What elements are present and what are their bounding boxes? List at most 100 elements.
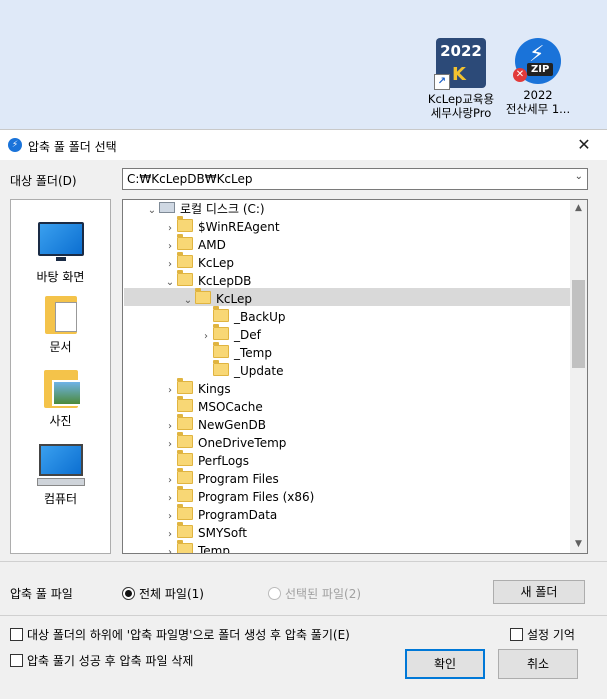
- close-button[interactable]: ✕: [561, 130, 607, 160]
- checkbox-box: [10, 654, 23, 667]
- dialog-title: 압축 풀 폴더 선택: [28, 140, 117, 154]
- files-label: 압축 풀 파일: [10, 587, 73, 601]
- vertical-scrollbar[interactable]: ▲ ▼: [570, 200, 587, 553]
- checkbox-delete-archive[interactable]: 압축 풀기 성공 후 압축 파일 삭제: [10, 652, 193, 669]
- place-label: 문서: [49, 340, 72, 354]
- folder-icon: [177, 414, 193, 430]
- tree-node[interactable]: _Update: [199, 360, 284, 380]
- checkbox-remember-settings[interactable]: 설정 기억: [510, 626, 575, 643]
- tree-node[interactable]: ⌄ 로컬 디스크 (C:): [145, 200, 265, 218]
- tree-node[interactable]: ⌄ KcLepDB: [163, 270, 251, 292]
- chevron-down-icon[interactable]: ⌄: [163, 274, 177, 292]
- cancel-button[interactable]: 취소: [498, 649, 578, 679]
- tree-node-label: MSOCache: [198, 400, 263, 414]
- folder-icon: [177, 234, 193, 250]
- kclep-badge: 2022: [440, 42, 482, 60]
- tree-node-label: 로컬 디스크 (C:): [180, 202, 265, 216]
- folder-icon: [213, 306, 229, 322]
- desktop-icon-kclep[interactable]: 2022 K ↗ KcLep교육용 세무사랑Pro: [421, 38, 501, 120]
- radio-selected-files[interactable]: 선택된 파일(2): [268, 585, 361, 602]
- app-logo-icon: ⚡: [8, 138, 22, 152]
- title-bar: ⚡ 압축 풀 폴더 선택 ✕: [0, 130, 607, 160]
- tree-node-label: KcLep: [216, 292, 252, 306]
- tree-node-label: $WinREAgent: [198, 220, 280, 234]
- folder-icon: [177, 468, 193, 484]
- tree-node[interactable]: PerfLogs: [163, 450, 249, 470]
- place-pictures[interactable]: 사진: [11, 370, 110, 429]
- folder-icon: [213, 342, 229, 358]
- extract-folder-dialog: ⚡ 압축 풀 폴더 선택 ✕ 대상 폴더(D) C:₩KcLepDB₩KcLep…: [0, 129, 607, 699]
- tree-node[interactable]: › SMYSoft: [163, 522, 247, 542]
- documents-icon: [44, 296, 77, 334]
- tree-node-label: Temp: [198, 544, 230, 554]
- chevron-down-icon[interactable]: ⌄: [575, 171, 583, 182]
- shortcut-arrow-icon: ↗: [434, 74, 450, 90]
- radio-all-files[interactable]: 전체 파일(1): [122, 585, 204, 602]
- divider: [0, 615, 607, 616]
- tree-node-label: _Def: [234, 328, 261, 342]
- desktop-label-line2: 전산세무 1...: [505, 102, 571, 116]
- desktop-icon-zip[interactable]: ⚡ ZIP ✕ 2022 전산세무 1...: [498, 38, 578, 116]
- folder-icon: [195, 288, 211, 304]
- place-computer[interactable]: 컴퓨터: [11, 444, 110, 507]
- folder-icon: [177, 396, 193, 412]
- tree-node[interactable]: › _Def: [199, 324, 261, 344]
- desktop-label-line1: KcLep교육용: [427, 92, 495, 106]
- tree-node-label: Program Files (x86): [198, 490, 315, 504]
- tree-node-label: AMD: [198, 238, 226, 252]
- tree-node-label: OneDriveTemp: [198, 436, 287, 450]
- folder-icon: [177, 252, 193, 268]
- target-path-combobox[interactable]: C:₩KcLepDB₩KcLep ⌄: [122, 168, 588, 190]
- tree-node[interactable]: › Kings: [163, 378, 231, 398]
- folder-icon: [177, 540, 193, 553]
- tree-node-label: Program Files: [198, 472, 279, 486]
- error-x-icon: ✕: [513, 68, 527, 82]
- desktop-label-line1: 2022: [523, 88, 553, 102]
- checkbox-box: [510, 628, 523, 641]
- place-label: 컴퓨터: [43, 492, 78, 506]
- tree-node[interactable]: _BackUp: [199, 306, 286, 326]
- scroll-thumb[interactable]: [572, 280, 585, 368]
- checkbox-label: 설정 기억: [527, 628, 575, 642]
- scroll-up-icon[interactable]: ▲: [570, 200, 587, 217]
- chevron-down-icon[interactable]: ⌄: [181, 292, 195, 310]
- folder-icon: [177, 522, 193, 538]
- tree-node-label: _Update: [234, 364, 284, 378]
- tree-node-label: _Temp: [234, 346, 272, 360]
- radio-selected-icon: [122, 587, 135, 600]
- folder-icon: [177, 432, 193, 448]
- tree-node[interactable]: _Temp: [199, 342, 272, 362]
- scroll-down-icon[interactable]: ▼: [570, 536, 587, 553]
- tree-node[interactable]: › Temp: [163, 540, 230, 554]
- place-documents[interactable]: 문서: [11, 296, 110, 355]
- tree-node-label: SMYSoft: [198, 526, 247, 540]
- checkbox-create-subfolder[interactable]: 대상 폴더의 하위에 '압축 파일명'으로 폴더 생성 후 압축 풀기(E): [10, 626, 350, 643]
- tree-node[interactable]: › Program Files (x86): [163, 486, 315, 506]
- new-folder-button[interactable]: 새 폴더: [493, 580, 585, 604]
- zip-badge: ZIP: [527, 63, 554, 76]
- folder-icon: [213, 324, 229, 340]
- drive-icon: [159, 202, 175, 213]
- tree-node[interactable]: › KcLep: [163, 252, 234, 272]
- folder-icon: [177, 486, 193, 502]
- chevron-right-icon[interactable]: ›: [163, 544, 177, 553]
- folder-tree[interactable]: ⌄ 로컬 디스크 (C:) › $WinREAgent › AMD › KcLep ⌄ KcLep…: [122, 199, 588, 554]
- folder-icon: [177, 504, 193, 520]
- checkbox-label: 압축 풀기 성공 후 압축 파일 삭제: [27, 654, 194, 668]
- folder-icon: [177, 450, 193, 466]
- place-desktop[interactable]: 바탕 화면: [11, 222, 110, 285]
- tree-node[interactable]: › AMD: [163, 234, 226, 254]
- tree-node-label: NewGenDB: [198, 418, 266, 432]
- radio-all-label: 전체 파일(1): [139, 587, 204, 601]
- pictures-icon: [43, 370, 82, 408]
- place-label: 바탕 화면: [36, 270, 85, 284]
- chevron-down-icon[interactable]: ⌄: [145, 202, 159, 220]
- ok-button[interactable]: 확인: [405, 649, 485, 679]
- target-folder-label: 대상 폴더(D): [10, 174, 77, 188]
- tree-node-label: KcLep: [198, 256, 234, 270]
- tree-node-label: Kings: [198, 382, 231, 396]
- place-label: 사진: [49, 414, 72, 428]
- checkbox-label: 대상 폴더의 하위에 '압축 파일명'으로 폴더 생성 후 압축 풀기(E): [27, 628, 350, 642]
- radio-selected-label: 선택된 파일(2): [285, 587, 362, 601]
- folder-icon: [177, 378, 193, 394]
